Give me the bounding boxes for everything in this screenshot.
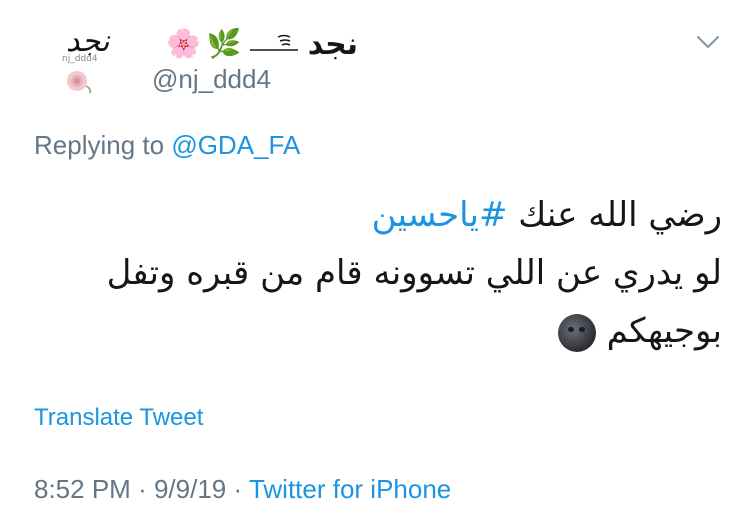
- meta-separator: ·: [138, 474, 147, 504]
- translate-tweet-link[interactable]: Translate Tweet: [34, 404, 203, 432]
- meta-separator-2: ·: [233, 474, 243, 504]
- tweet-source-link[interactable]: Twitter for iPhone: [249, 474, 451, 504]
- cherry-blossom-emoji: 🌸: [166, 27, 201, 60]
- tweet-date: 9/9/19: [153, 474, 227, 504]
- hashtag-link[interactable]: #ياحسين: [372, 195, 508, 235]
- avatar-small-text: nj_ddd4: [62, 54, 98, 64]
- avatar[interactable]: نجد nj_ddd4: [44, 20, 140, 116]
- replying-to-line: Replying to @GDA_FA: [34, 130, 300, 161]
- new-moon-face-icon: [557, 313, 596, 352]
- tweet-line-3-text: بوجيهكم: [606, 311, 722, 351]
- author-name: نجد: [307, 26, 358, 62]
- rose-icon: [67, 71, 92, 94]
- herb-emoji: 🌿: [206, 27, 242, 60]
- replying-prefix: Replying to: [34, 130, 165, 160]
- tweet-time: 8:52 PM: [34, 474, 131, 504]
- tweet-text: رضي الله عنك #ياحسين لو يدري عن اللي تسو…: [42, 186, 722, 360]
- author-handle[interactable]: @nj_ddd4: [152, 64, 271, 95]
- tweet-line-3: بوجيهكم: [42, 302, 722, 360]
- reply-mention-link[interactable]: @GDA_FA: [171, 130, 300, 160]
- chevron-down-icon[interactable]: [694, 32, 722, 52]
- tweet-metadata: 8:52 PM · 9/9/19 · Twitter for iPhone: [34, 474, 451, 505]
- tweet-line-1: رضي الله عنك #ياحسين: [42, 186, 722, 244]
- author-name-row[interactable]: 🌸 🌿 نجد: [166, 22, 358, 66]
- wave-flourish-icon: [249, 34, 298, 51]
- tweet-line-2: لو يدري عن اللي تسوونه قام من قبره وتفل: [106, 253, 722, 293]
- tweet-line-1-text: رضي الله عنك: [518, 195, 722, 235]
